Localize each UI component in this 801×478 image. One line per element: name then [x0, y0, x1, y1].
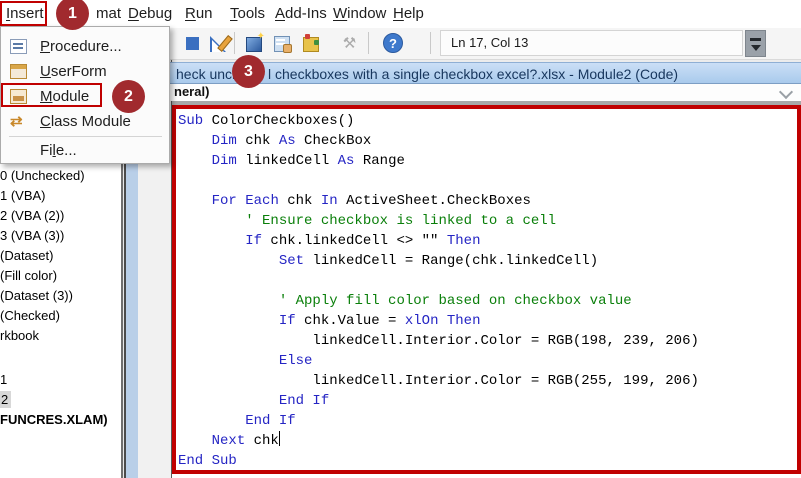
- menu-item-mat[interactable]: mat: [93, 0, 124, 27]
- tree-item[interactable]: (Dataset): [0, 246, 121, 266]
- code-text[interactable]: Sub ColorCheckboxes() Dim chk As CheckBo…: [176, 109, 797, 470]
- cursor-position-text: Ln 17, Col 13: [451, 35, 529, 50]
- tree-item[interactable]: (Dataset (3)): [0, 286, 121, 306]
- code-line: For Each chk In ActiveSheet.CheckBoxes: [211, 193, 531, 209]
- tree-item[interactable]: FUNCRES.XLAM): [0, 410, 121, 430]
- cursor-position-panel: Ln 17, Col 13: [440, 30, 743, 56]
- object-combo-row[interactable]: neral): [121, 84, 801, 101]
- code-line: Dim chk As CheckBox: [211, 133, 372, 149]
- insert-menu-item-label: File...: [40, 142, 77, 159]
- toolbar-separator: [234, 32, 235, 54]
- insert-menu-item-procedure[interactable]: Procedure...: [2, 34, 168, 59]
- menu-item-run[interactable]: Run: [182, 0, 216, 27]
- object-browser-icon[interactable]: [301, 34, 320, 53]
- toolbox-icon: ⚒: [342, 35, 357, 52]
- step-badge-3: 3: [232, 55, 265, 88]
- step-badge-2: 2: [112, 80, 145, 113]
- properties-window-icon[interactable]: [273, 34, 292, 53]
- code-line: linkedCell.Interior.Color = RGB(255, 199…: [178, 373, 699, 389]
- tree-item[interactable]: 0 (Unchecked): [0, 166, 121, 186]
- code-line: Set linkedCell = Range(chk.linkedCell): [278, 253, 599, 269]
- code-line: linkedCell.Interior.Color = RGB(198, 239…: [178, 333, 699, 349]
- tree-item[interactable]: 1 (VBA): [0, 186, 121, 206]
- design-mode-icon[interactable]: [209, 34, 233, 53]
- menu-item-debug[interactable]: Debug: [125, 0, 175, 27]
- toolbar-separator: [368, 32, 369, 54]
- insert-menu-item-userform[interactable]: UserForm: [2, 59, 168, 84]
- code-line: Next chk: [211, 431, 280, 449]
- code-line: If chk.Value = xlOn Then: [278, 313, 481, 329]
- project-tree: 0 (Unchecked) 1 (VBA) 2 (VBA (2)) 3 (VBA (3…: [0, 166, 121, 430]
- class-module-icon: ⇄: [10, 113, 23, 130]
- menu-item-addins[interactable]: Add-Ins: [272, 0, 330, 27]
- tree-item[interactable]: 2: [0, 390, 121, 410]
- chevron-down-icon[interactable]: [778, 84, 794, 100]
- tree-item[interactable]: (Fill color): [0, 266, 121, 286]
- help-icon[interactable]: ?: [383, 33, 403, 53]
- module-annotation-box: [1, 83, 102, 107]
- code-editor[interactable]: Sub ColorCheckboxes() Dim chk As CheckBo…: [172, 105, 801, 474]
- menu-item-tools[interactable]: Tools: [227, 0, 268, 27]
- code-line: Dim linkedCell As Range: [211, 153, 405, 169]
- procedure-icon: [10, 39, 27, 54]
- titlebar-text-right: l checkboxes with a single checkbox exce…: [268, 66, 679, 82]
- vba-editor-window: 0 (Unchecked) 1 (VBA) 2 (VBA (2)) 3 (VBA (3…: [0, 0, 801, 478]
- code-line: Else: [278, 353, 313, 369]
- menu-bar: Insert mat Debug Run Tools Add-Ins Window Help: [0, 0, 801, 29]
- code-line: End Sub: [178, 453, 237, 469]
- code-line: ' Apply fill color based on checkbox val…: [278, 293, 632, 309]
- text-caret: [278, 431, 280, 446]
- code-line: If chk.linkedCell <> "" Then: [245, 233, 481, 249]
- insert-menu-item-label: UserForm: [40, 63, 107, 80]
- userform-icon: [10, 64, 27, 79]
- insert-menu-item-class-module[interactable]: ⇄ Class Module: [2, 109, 168, 134]
- insert-menu-item-label: Procedure...: [40, 38, 122, 55]
- tree-item[interactable]: 3 (VBA (3)): [0, 226, 121, 246]
- code-line: End If: [278, 393, 330, 409]
- object-combo-value: neral): [174, 84, 210, 99]
- menu-separator: [9, 136, 162, 137]
- tree-item[interactable]: rkbook: [0, 326, 121, 346]
- tree-item[interactable]: 2 (VBA (2)): [0, 206, 121, 226]
- code-line: Sub ColorCheckboxes(): [178, 113, 355, 129]
- stop-icon[interactable]: [183, 34, 202, 53]
- menu-item-help[interactable]: Help: [390, 0, 427, 27]
- tree-item[interactable]: 1: [0, 370, 121, 390]
- toolbar-separator: [430, 32, 431, 54]
- code-window-titlebar[interactable]: heck unche l checkboxes with a single ch…: [121, 62, 801, 84]
- insert-menu-item-file[interactable]: File...: [2, 138, 168, 163]
- toolbar-options-button[interactable]: [745, 30, 766, 57]
- insert-menu-item-label: Class Module: [40, 113, 131, 130]
- tree-item[interactable]: (Checked): [0, 306, 121, 326]
- menu-item-window[interactable]: Window: [330, 0, 389, 27]
- insert-annotation-box: [0, 1, 47, 26]
- project-explorer-icon[interactable]: ✦: [245, 31, 265, 53]
- code-line: End If: [245, 413, 296, 429]
- code-line: ' Ensure checkbox is linked to a cell: [245, 213, 557, 229]
